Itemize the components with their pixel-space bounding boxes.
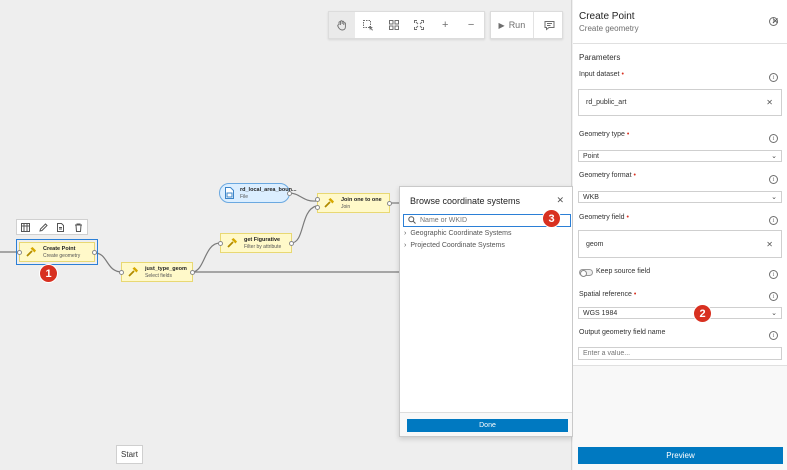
- input-port[interactable]: [315, 197, 320, 202]
- close-icon[interactable]: ✕: [771, 16, 779, 27]
- hammer-icon: [126, 265, 140, 279]
- node-create-point[interactable]: Create Point Create geometry: [16, 239, 98, 265]
- tree-item-label: Projected Coordinate Systems: [410, 242, 505, 249]
- input-port[interactable]: [218, 241, 223, 246]
- chevron-down-icon: ⌄: [771, 153, 777, 160]
- node-subtitle: Select fields: [145, 272, 172, 279]
- input-port[interactable]: [17, 250, 22, 255]
- canvas-toolbar: + −: [328, 11, 485, 39]
- section-title: Parameters: [579, 53, 621, 62]
- info-icon[interactable]: i: [769, 73, 778, 82]
- chevron-right-icon: ›: [404, 242, 407, 249]
- preview-button[interactable]: Preview: [578, 447, 783, 464]
- input-dataset-field[interactable]: rd_public_art ✕: [578, 89, 782, 116]
- run-label: Run: [508, 20, 526, 30]
- tree-item-projected[interactable]: › Projected Coordinate Systems: [404, 242, 505, 249]
- start-button[interactable]: Start: [116, 445, 143, 464]
- run-button[interactable]: ▶ Run: [491, 12, 534, 38]
- parameters-section: Parameters Input dataset • i rd_public_a…: [573, 44, 787, 366]
- node-title: just_type_geom: [145, 265, 187, 272]
- node-get-figurative[interactable]: get Figurative Filter by attribute: [218, 233, 294, 253]
- node-subtitle: Create geometry: [43, 252, 81, 259]
- node-subtitle: Join: [341, 203, 351, 210]
- output-port[interactable]: [289, 241, 294, 246]
- table-icon[interactable]: [20, 221, 32, 233]
- callout-badge-3: 3: [542, 209, 561, 228]
- node-title: Create Point: [43, 245, 76, 252]
- keep-source-toggle[interactable]: [579, 269, 593, 277]
- output-port[interactable]: [287, 191, 292, 196]
- chevron-right-icon: ›: [404, 230, 407, 237]
- panel-header: Create Point Create geometry i ✕: [573, 0, 787, 44]
- spatial-reference-select[interactable]: WGS 1984 ⌄: [578, 307, 782, 319]
- panel-subtitle: Create geometry: [579, 24, 639, 33]
- comment-icon[interactable]: [537, 12, 562, 38]
- close-icon[interactable]: ✕: [556, 195, 564, 206]
- dialog-title: Browse coordinate systems: [410, 196, 521, 206]
- input-dataset-value: rd_public_art: [586, 99, 627, 106]
- node-just-type-geom[interactable]: just_type_geom Select fields: [119, 262, 195, 282]
- output-port[interactable]: [387, 201, 392, 206]
- node-title: get Figurative: [244, 236, 281, 243]
- geometry-format-label: Geometry format •: [579, 172, 636, 179]
- fit-extent-icon[interactable]: [406, 12, 432, 38]
- geometry-field-input[interactable]: geom ✕: [578, 230, 782, 258]
- dialog-footer: Done: [400, 412, 572, 436]
- tree-item-geographic[interactable]: › Geographic Coordinate Systems: [404, 230, 512, 237]
- hammer-icon: [24, 245, 38, 259]
- info-icon[interactable]: i: [769, 292, 778, 301]
- output-field-input[interactable]: [578, 347, 782, 360]
- info-icon[interactable]: i: [769, 216, 778, 225]
- keep-source-label: Keep source field: [596, 268, 651, 275]
- geometry-field-value: geom: [586, 241, 604, 248]
- search-icon: [408, 215, 416, 226]
- pan-hand-icon[interactable]: [329, 12, 355, 38]
- clear-icon[interactable]: ✕: [766, 240, 773, 249]
- trash-icon[interactable]: [72, 221, 84, 233]
- output-port[interactable]: [92, 250, 97, 255]
- hammer-icon: [225, 236, 239, 250]
- geometry-type-select[interactable]: Point ⌄: [578, 150, 782, 162]
- geometry-field-label: Geometry field •: [579, 214, 629, 221]
- chevron-down-icon: ⌄: [771, 194, 777, 201]
- info-icon[interactable]: i: [769, 134, 778, 143]
- properties-panel: Create Point Create geometry i ✕ Paramet…: [573, 0, 787, 470]
- hammer-icon: [322, 196, 336, 210]
- geometry-format-select[interactable]: WKB ⌄: [578, 191, 782, 203]
- play-icon: ▶: [498, 20, 505, 30]
- spatial-reference-label: Spatial reference •: [579, 291, 637, 298]
- geometry-type-label: Geometry type •: [579, 131, 630, 138]
- input-dataset-label: Input dataset •: [579, 71, 624, 78]
- zoom-out-icon[interactable]: −: [458, 12, 484, 38]
- layout-grid-icon[interactable]: [381, 12, 407, 38]
- tree-item-label: Geographic Coordinate Systems: [410, 230, 512, 237]
- select-cursor-icon[interactable]: [355, 12, 381, 38]
- done-button[interactable]: Done: [407, 419, 568, 432]
- clear-icon[interactable]: ✕: [766, 98, 773, 107]
- edit-pencil-icon[interactable]: [37, 221, 49, 233]
- run-toolbar: ▶ Run: [490, 11, 563, 39]
- join-port[interactable]: [315, 205, 320, 210]
- chevron-down-icon: ⌄: [771, 310, 777, 317]
- node-subtitle: Filter by attribute: [244, 243, 282, 250]
- output-port[interactable]: [190, 270, 195, 275]
- node-rd-local-area[interactable]: rd_local_area_boun... File: [219, 183, 297, 203]
- output-field-label: Output geometry field name: [579, 329, 666, 336]
- info-icon[interactable]: i: [769, 175, 778, 184]
- info-icon[interactable]: i: [769, 270, 778, 279]
- node-actions-toolbar: [16, 219, 88, 235]
- callout-badge-1: 1: [39, 264, 58, 283]
- input-port[interactable]: [119, 270, 124, 275]
- node-title: Join one to one: [341, 196, 382, 203]
- document-icon[interactable]: [55, 221, 67, 233]
- callout-badge-2: 2: [693, 304, 712, 323]
- file-icon: [224, 186, 235, 200]
- node-join-one-to-one[interactable]: Join one to one Join: [315, 193, 392, 213]
- search-input[interactable]: [420, 217, 540, 224]
- zoom-in-icon[interactable]: +: [432, 12, 458, 38]
- info-icon[interactable]: i: [769, 331, 778, 340]
- panel-title: Create Point: [579, 11, 635, 22]
- model-canvas[interactable]: + − ▶ Run Create Point Create geometry ju…: [0, 0, 573, 470]
